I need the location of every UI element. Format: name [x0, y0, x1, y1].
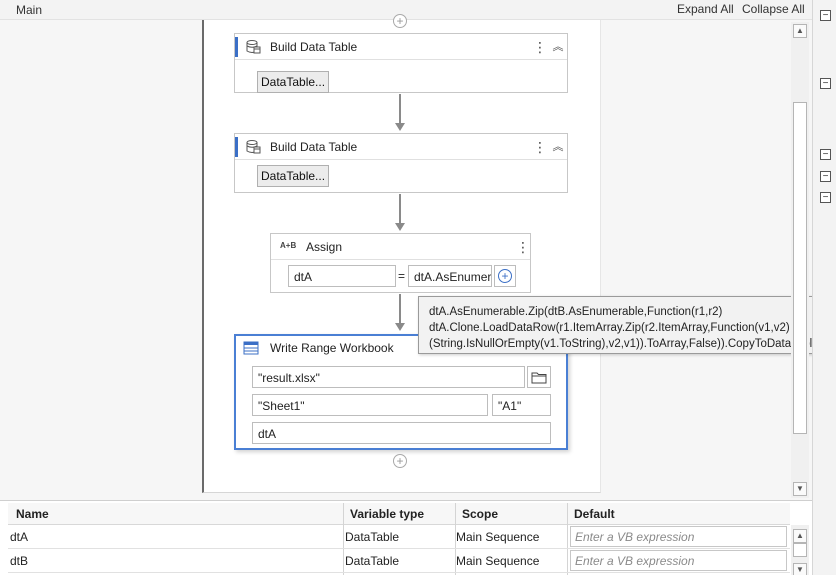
flow-arrow-icon — [395, 223, 405, 231]
more-options-icon[interactable]: ⋮ — [533, 38, 547, 56]
database-table-icon — [246, 40, 261, 54]
activity-accent-bar — [235, 37, 238, 57]
collapse-node-icon[interactable]: − — [820, 149, 831, 160]
activity-accent-bar — [235, 137, 238, 157]
datatable-button[interactable]: DataTable... — [257, 71, 330, 93]
flow-arrow-icon — [395, 123, 405, 131]
expression-plus-button[interactable]: + — [494, 265, 516, 287]
collapse-chevron-icon[interactable]: ︽ — [551, 138, 565, 156]
variables-scrollbar[interactable]: ▲ ▼ — [791, 525, 809, 575]
variable-type[interactable]: DataTable — [345, 554, 399, 568]
scroll-down-icon[interactable]: ▼ — [793, 563, 807, 575]
assign-activity[interactable]: A+B Assign ⋮ dtA = dtA.AsEnumer: + — [270, 233, 531, 293]
excel-sheet-icon — [243, 341, 259, 355]
activity-title: Assign — [306, 240, 343, 254]
column-header-scope[interactable]: Scope — [462, 507, 498, 521]
folder-icon — [531, 372, 547, 384]
designer-scrollbar[interactable]: ▲ ▼ — [791, 22, 809, 498]
collapse-node-icon[interactable]: − — [820, 171, 831, 182]
activity-header: Build Data Table ⋮ ︽ — [235, 134, 567, 160]
more-options-icon[interactable]: ⋮ — [533, 138, 547, 156]
variable-type[interactable]: DataTable — [345, 530, 399, 544]
variable-name[interactable]: dtA — [10, 530, 28, 544]
datatable-button[interactable]: DataTable... — [257, 165, 330, 187]
scroll-down-icon[interactable]: ▼ — [793, 482, 807, 496]
add-activity-icon[interactable]: + — [393, 454, 407, 468]
scrollbar-thumb[interactable] — [793, 102, 807, 434]
collapse-chevron-icon[interactable]: ︽ — [551, 38, 565, 56]
variables-panel: Name Variable type Scope Default dtA Dat… — [0, 500, 812, 575]
tooltip-line-2: dtA.Clone.LoadDataRow(r1.ItemArray.Zip(r… — [429, 322, 799, 334]
collapse-node-icon[interactable]: − — [820, 192, 831, 203]
flow-connector — [399, 194, 401, 224]
variable-name[interactable]: dtB — [10, 554, 28, 568]
flow-arrow-icon — [395, 323, 405, 331]
variable-scope[interactable]: Main Sequence — [456, 554, 539, 568]
collapse-all-link[interactable]: Collapse All — [742, 2, 805, 16]
build-data-table-activity-2[interactable]: Build Data Table ⋮ ︽ DataTable... — [234, 133, 568, 193]
database-table-icon — [246, 140, 261, 154]
default-value-input[interactable]: Enter a VB expression — [570, 526, 787, 547]
scroll-up-icon[interactable]: ▲ — [793, 24, 807, 38]
scrollbar-thumb[interactable] — [793, 543, 807, 557]
build-data-table-activity-1[interactable]: Build Data Table ⋮ ︽ DataTable... — [234, 33, 568, 93]
breadcrumb-main[interactable]: Main — [16, 3, 42, 17]
activity-title: Build Data Table — [270, 140, 358, 154]
tooltip-line-1: dtA.AsEnumerable.Zip(dtB.AsEnumerable,Fu… — [429, 306, 723, 318]
equals-sign: = — [398, 269, 406, 283]
collapse-node-icon[interactable]: − — [820, 78, 831, 89]
flow-connector — [399, 294, 401, 324]
outline-side-pane: − − − − − — [812, 0, 836, 575]
more-options-icon[interactable]: ⋮ — [516, 238, 530, 256]
activity-title: Build Data Table — [270, 40, 358, 54]
designer-canvas: + Build Data Table ⋮ ︽ DataTable... Buil… — [0, 14, 828, 500]
flow-connector — [399, 94, 401, 124]
assign-icon: A+B — [280, 241, 297, 250]
default-value-input[interactable]: Enter a VB expression — [570, 550, 787, 571]
variables-header-row: Name Variable type Scope Default — [8, 503, 790, 575]
column-header-type[interactable]: Variable type — [350, 507, 424, 521]
column-header-default[interactable]: Default — [574, 507, 615, 521]
start-cell-field[interactable]: "A1" — [492, 394, 551, 416]
collapse-node-icon[interactable]: − — [820, 10, 831, 21]
variable-row-dtb[interactable]: dtB DataTable Main Sequence Enter a VB e… — [8, 549, 790, 573]
add-activity-top-icon[interactable]: + — [393, 14, 407, 28]
expand-all-link[interactable]: Expand All — [677, 2, 734, 16]
assign-value-field[interactable]: dtA.AsEnumer: — [408, 265, 492, 287]
datatable-field[interactable]: dtA — [252, 422, 551, 444]
assign-to-field[interactable]: dtA — [288, 265, 396, 287]
sheet-name-field[interactable]: "Sheet1" — [252, 394, 488, 416]
activity-header: A+B Assign ⋮ — [271, 234, 530, 260]
activity-header: Build Data Table ⋮ ︽ — [235, 34, 567, 60]
expression-tooltip: dtA.AsEnumerable.Zip(dtB.AsEnumerable,Fu… — [418, 296, 828, 354]
tooltip-line-3: (String.IsNullOrEmpty(v1.ToString),v2,v1… — [429, 338, 819, 350]
variable-row-dta[interactable]: dtA DataTable Main Sequence Enter a VB e… — [8, 525, 790, 549]
activity-title: Write Range Workbook — [270, 341, 394, 355]
column-header-name[interactable]: Name — [16, 507, 49, 521]
plus-icon: + — [498, 269, 512, 283]
scroll-up-icon[interactable]: ▲ — [793, 529, 807, 543]
workbook-path-field[interactable]: "result.xlsx" — [252, 366, 525, 388]
variable-scope[interactable]: Main Sequence — [456, 530, 539, 544]
browse-folder-button[interactable] — [527, 366, 551, 388]
